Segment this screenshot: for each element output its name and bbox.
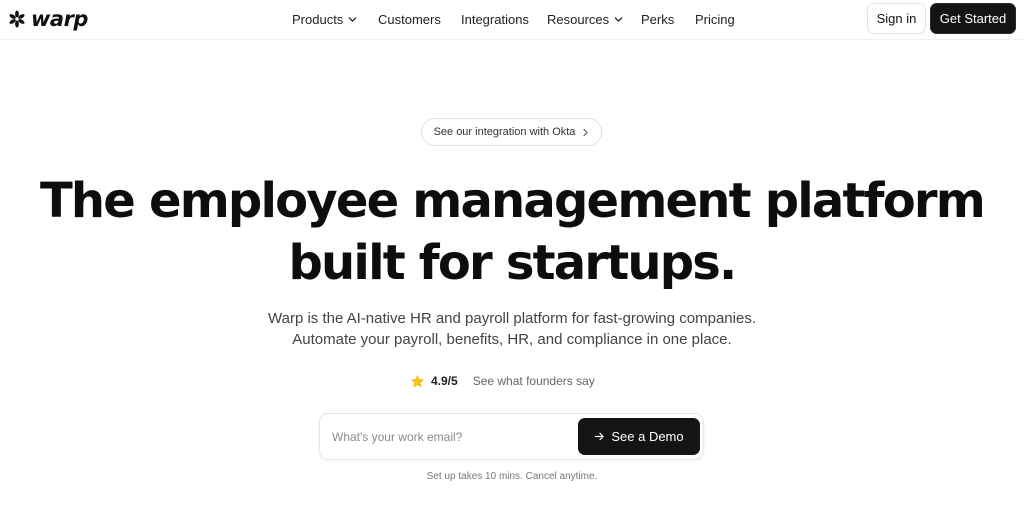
hero-subtitle: Warp is the AI-native HR and payroll pla… <box>0 308 1024 350</box>
demo-form: See a Demo <box>319 413 704 460</box>
nav-item-label: Integrations <box>461 11 529 27</box>
see-demo-button[interactable]: See a Demo <box>578 418 700 455</box>
announcement-pill[interactable]: See our integration with Okta <box>421 118 602 146</box>
get-started-button[interactable]: Get Started <box>930 3 1016 34</box>
nav-item-integrations[interactable]: Integrations <box>461 10 529 28</box>
founders-reviews-link[interactable]: See what founders say <box>473 374 595 388</box>
nav-item-label: Pricing <box>695 11 735 27</box>
headline-line-1: The employee management platform <box>39 173 986 229</box>
nav-item-label: Customers <box>378 11 441 27</box>
announcement-text: See our integration with Okta <box>433 126 576 138</box>
nav-item-label: Perks <box>641 11 675 27</box>
headline-line-2: built for startups. <box>288 235 738 291</box>
arrow-right-icon <box>595 432 605 441</box>
subtitle-line-1: Warp is the AI-native HR and payroll pla… <box>268 310 756 327</box>
chevron-down-icon <box>349 16 357 22</box>
page-title: The employee management platform built f… <box>0 170 1024 294</box>
nav-item-label: Products <box>292 11 344 27</box>
nav-item-resources[interactable]: Resources <box>547 10 623 28</box>
nav-item-label: Resources <box>547 11 610 27</box>
email-field[interactable] <box>332 426 577 448</box>
nav-item-products[interactable]: Products <box>292 10 357 28</box>
rating: 4.9/5 See what founders say <box>410 372 595 390</box>
nav-item-customers[interactable]: Customers <box>378 10 441 28</box>
setup-note: Set up takes 10 mins. Cancel anytime. <box>426 471 598 482</box>
star-icon <box>411 374 424 387</box>
nav-item-pricing[interactable]: Pricing <box>695 10 735 28</box>
subtitle-line-2: Automate your payroll, benefits, HR, and… <box>292 331 732 348</box>
sign-in-button[interactable]: Sign in <box>867 3 926 34</box>
rating-score: 4.9/5 <box>431 374 458 388</box>
nav-item-perks[interactable]: Perks <box>641 10 674 28</box>
chevron-down-icon <box>614 16 623 22</box>
top-nav: warp Products Customers Integrations Res… <box>0 0 1024 40</box>
see-demo-label: See a Demo <box>611 429 684 444</box>
chevron-right-icon <box>583 128 589 136</box>
